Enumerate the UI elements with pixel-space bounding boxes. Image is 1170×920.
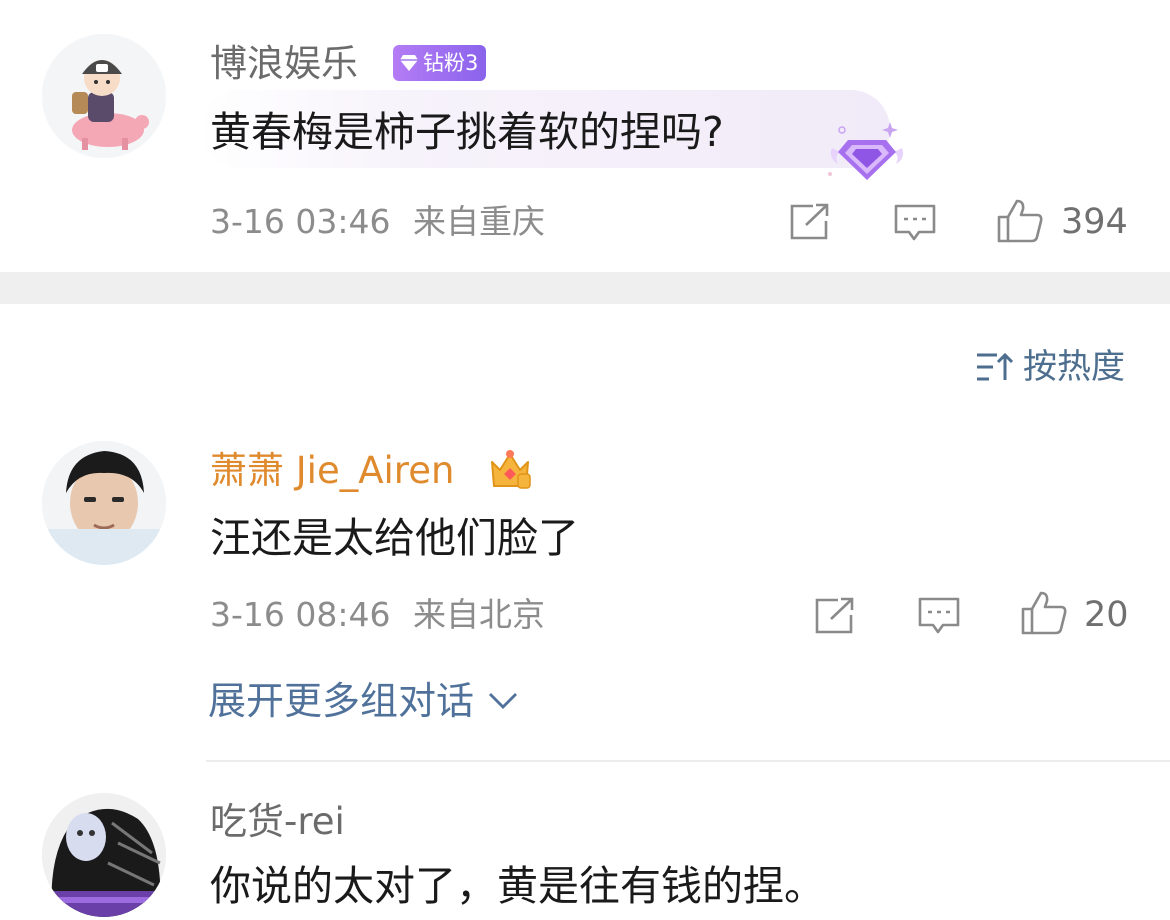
location: 来自北京 bbox=[413, 595, 545, 634]
avatar-photo-icon bbox=[42, 441, 166, 565]
share-button[interactable] bbox=[789, 203, 831, 241]
chevron-down-icon bbox=[489, 693, 518, 709]
comment-text: 黄春梅是柿子挑着软的捏吗? bbox=[210, 108, 724, 156]
vip-badge[interactable] bbox=[488, 448, 532, 490]
username[interactable]: 博浪娱乐 bbox=[210, 45, 358, 82]
like-count: 394 bbox=[1061, 202, 1128, 242]
share-icon bbox=[815, 597, 854, 634]
fan-badge[interactable]: 钻粉3 bbox=[393, 45, 487, 81]
reply-button[interactable] bbox=[893, 203, 937, 243]
like-icon bbox=[1021, 591, 1067, 635]
diamond-decoration-icon bbox=[828, 122, 904, 180]
username[interactable]: 吃货-rei bbox=[210, 803, 345, 840]
diamond-icon bbox=[400, 55, 418, 71]
section-separator bbox=[0, 272, 1170, 304]
expand-replies-link[interactable]: 展开更多组对话 bbox=[208, 682, 518, 720]
sort-label: 按热度 bbox=[1023, 347, 1125, 387]
like-button[interactable] bbox=[1020, 590, 1068, 636]
divider bbox=[206, 760, 1170, 762]
comment-text: 汪还是太给他们脸了 bbox=[210, 514, 579, 562]
avatar[interactable] bbox=[42, 793, 166, 917]
sort-toggle[interactable]: 按热度 bbox=[975, 350, 1125, 384]
location: 来自重庆 bbox=[413, 202, 545, 241]
sort-icon bbox=[977, 352, 1013, 381]
badge-label: 钻粉3 bbox=[423, 51, 479, 75]
top-comment: 博浪娱乐 钻粉3 黄春梅是柿子挑着软的捏吗? 3-16 03:46 来自重庆 3… bbox=[0, 0, 1170, 272]
crown-vip-icon bbox=[491, 450, 531, 489]
avatar-dark-art-icon bbox=[42, 793, 166, 917]
avatar[interactable] bbox=[42, 34, 166, 158]
username[interactable]: 萧萧 Jie_Airen bbox=[210, 452, 454, 489]
comment-meta: 3-16 03:46 来自重庆 bbox=[210, 205, 545, 238]
timestamp: 3-16 08:46 bbox=[210, 595, 391, 634]
share-icon bbox=[790, 203, 829, 240]
share-button[interactable] bbox=[814, 597, 856, 635]
comment-icon bbox=[918, 597, 960, 634]
like-count: 20 bbox=[1084, 595, 1129, 635]
like-icon bbox=[997, 199, 1043, 243]
comment-icon bbox=[894, 204, 936, 241]
comment-meta: 3-16 08:46 来自北京 bbox=[210, 598, 545, 631]
reply-button[interactable] bbox=[917, 596, 961, 636]
avatar-cartoon-icon bbox=[42, 34, 166, 158]
timestamp: 3-16 03:46 bbox=[210, 202, 391, 241]
comment-text: 你说的太对了，黄是往有钱的捏。 bbox=[210, 862, 825, 910]
expand-label: 展开更多组对话 bbox=[208, 679, 475, 723]
comments-page: 博浪娱乐 钻粉3 黄春梅是柿子挑着软的捏吗? 3-16 03:46 来自重庆 3… bbox=[0, 0, 1170, 920]
avatar[interactable] bbox=[42, 441, 166, 565]
like-button[interactable] bbox=[996, 198, 1044, 244]
